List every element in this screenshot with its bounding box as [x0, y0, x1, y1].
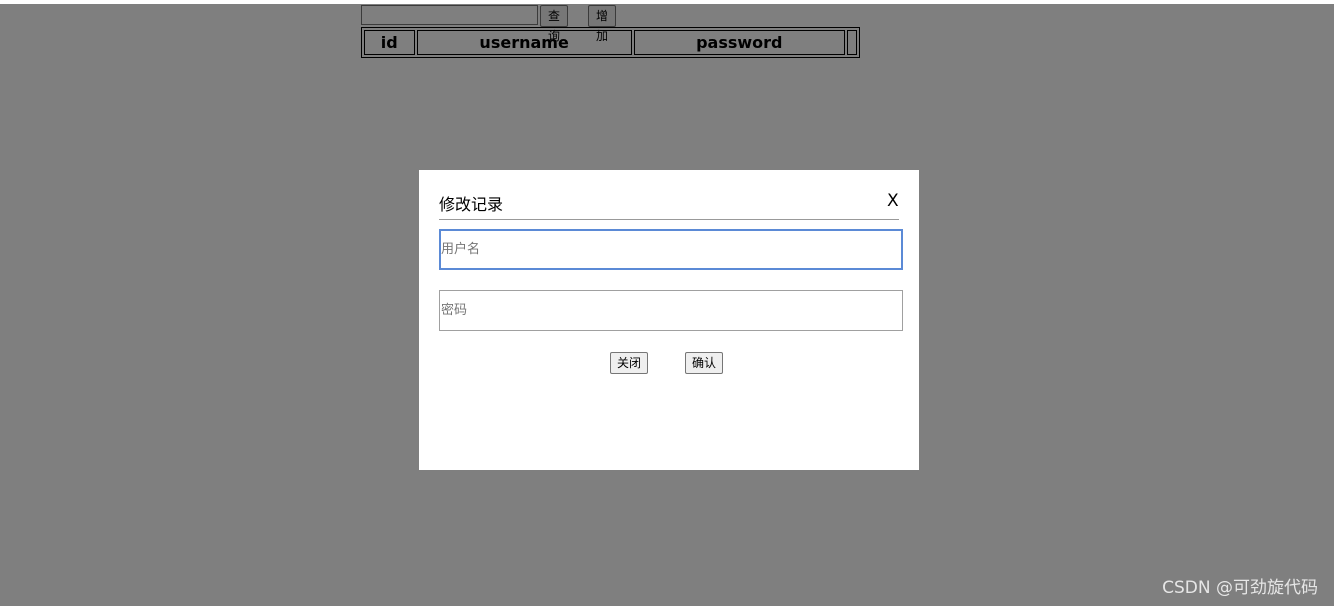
close-icon[interactable]: X: [887, 191, 899, 211]
watermark: CSDN @可劲旋代码: [1162, 578, 1318, 598]
dialog-divider: [439, 219, 899, 220]
confirm-button[interactable]: 确认: [685, 352, 724, 374]
close-button[interactable]: 关闭: [610, 352, 649, 374]
username-input[interactable]: [439, 229, 903, 270]
edit-record-dialog: 修改记录 X 关闭 确认: [419, 170, 919, 470]
dialog-title: 修改记录: [439, 195, 504, 214]
password-input[interactable]: [439, 290, 903, 331]
